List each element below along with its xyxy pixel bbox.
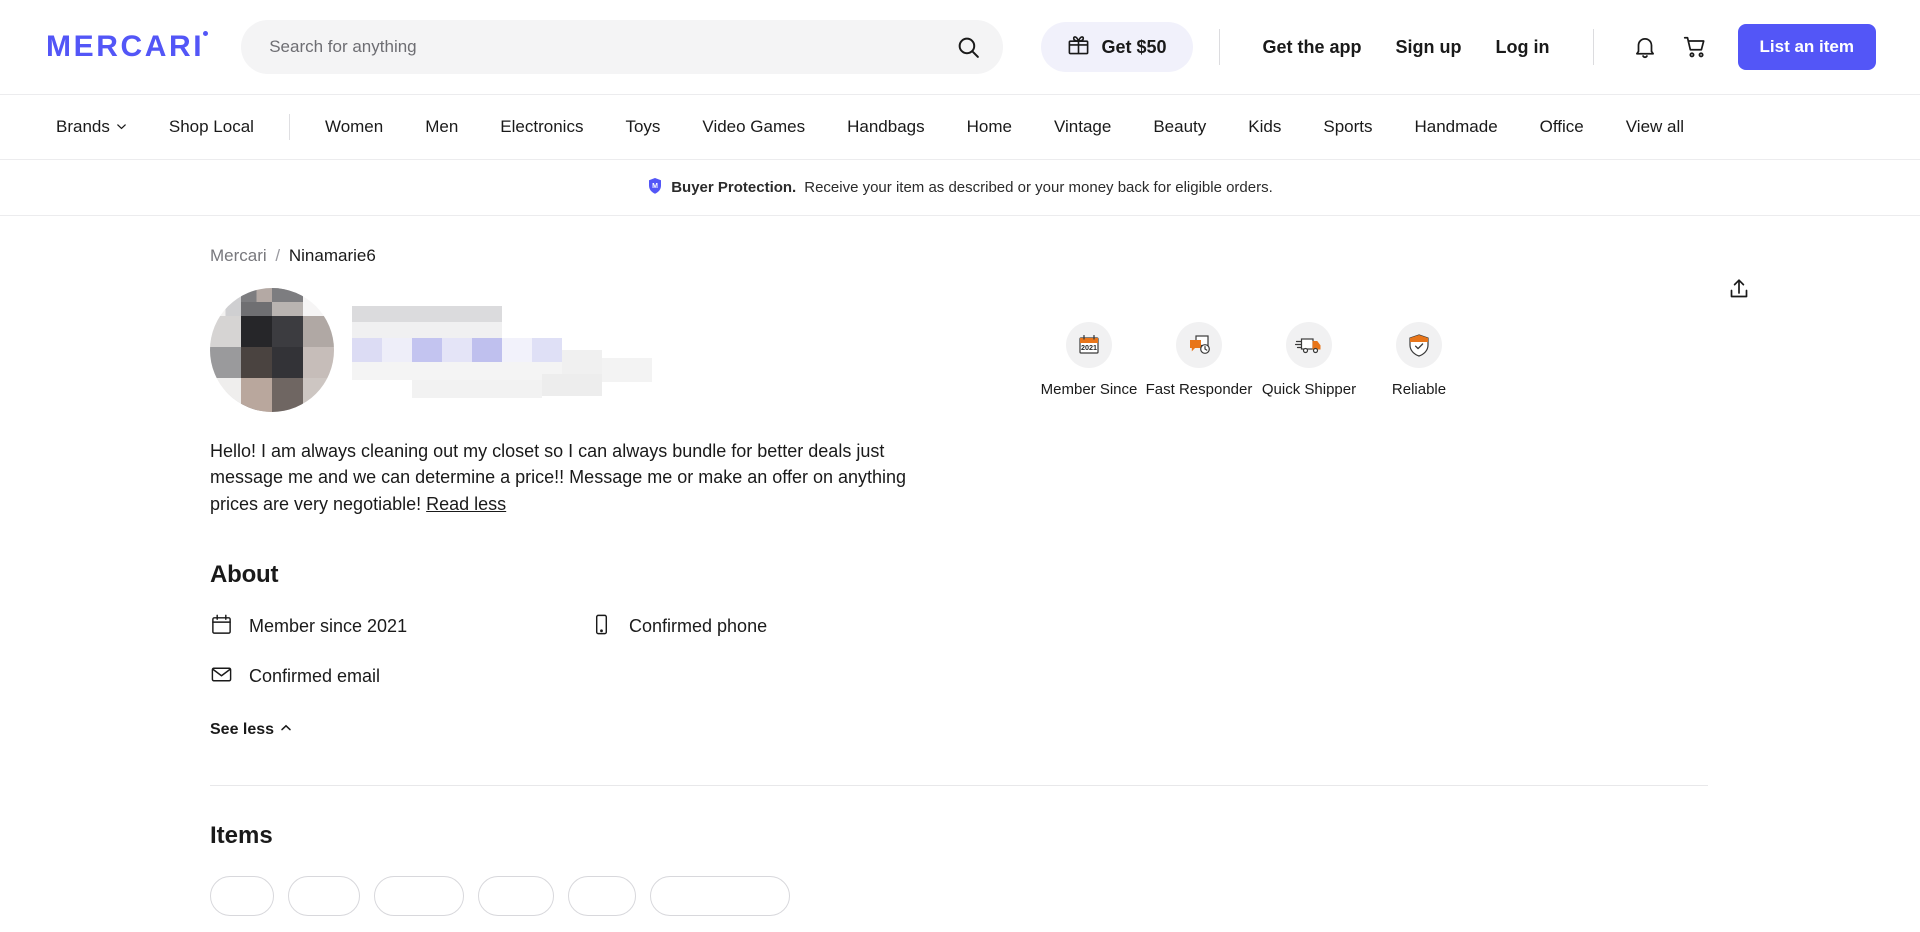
nav-item-sports[interactable]: Sports <box>1302 117 1393 137</box>
filter-chip[interactable] <box>288 875 360 916</box>
filter-chip[interactable] <box>650 875 790 916</box>
banner-text: Receive your item as described or your m… <box>804 179 1273 196</box>
logo-text: MERCARI <box>46 30 205 63</box>
read-less-link[interactable]: Read less <box>426 494 506 514</box>
get-50-label: Get $50 <box>1101 36 1167 57</box>
profile-left-column: Hello! I am always cleaning out my close… <box>210 288 970 739</box>
nav-divider <box>288 114 290 140</box>
sign-up-link[interactable]: Sign up <box>1396 37 1462 58</box>
search-input[interactable] <box>241 20 1004 74</box>
banner-bold-text: Buyer Protection. <box>671 179 797 196</box>
badge-member-since[interactable]: 2021 Member Since <box>1034 322 1144 739</box>
shield-icon: M <box>647 177 663 199</box>
items-filter-chips <box>210 875 1874 916</box>
header-divider-2 <box>1592 29 1594 65</box>
get-50-button[interactable]: Get $50 <box>1041 22 1193 72</box>
nav-item-toys[interactable]: Toys <box>604 117 681 137</box>
badge-label: Quick Shipper <box>1261 381 1357 398</box>
header-divider-1 <box>1218 29 1220 65</box>
logo-dot <box>203 31 209 36</box>
badge-label: Fast Responder <box>1145 381 1253 398</box>
about-grid: Member since 2021 Confirmed phone Confir… <box>210 613 970 691</box>
about-label: Confirmed email <box>249 666 381 687</box>
nav-item-vintage[interactable]: Vintage <box>1033 117 1132 137</box>
nav-item-video-games[interactable]: Video Games <box>681 117 826 137</box>
svg-text:2021: 2021 <box>1081 343 1097 352</box>
nav-item-shop-local[interactable]: Shop Local <box>148 117 275 137</box>
get-the-app-link[interactable]: Get the app <box>1263 37 1362 58</box>
nav-item-home[interactable]: Home <box>946 117 1033 137</box>
log-in-link[interactable]: Log in <box>1496 37 1550 58</box>
filter-chip[interactable] <box>374 875 464 916</box>
seller-badges: 2021 Member Since Fast Responder Quick S… <box>1034 288 1474 739</box>
breadcrumb-current: Ninamarie6 <box>288 246 376 265</box>
badge-fast-responder[interactable]: Fast Responder <box>1144 322 1254 739</box>
header-actions: Get $50 Get the app Sign up Log in List … <box>1041 22 1876 72</box>
main-content: Mercari / Ninamarie6 Hello! I am always … <box>0 216 1920 916</box>
nav-item-women[interactable]: Women <box>304 117 404 137</box>
share-icon[interactable] <box>1718 268 1760 310</box>
nav-item-office[interactable]: Office <box>1519 117 1605 137</box>
about-confirmed-phone: Confirmed phone <box>590 613 970 641</box>
shield-check-badge-icon <box>1396 322 1442 368</box>
badge-label: Reliable <box>1391 381 1447 398</box>
breadcrumb-root[interactable]: Mercari <box>210 246 267 265</box>
chevron-down-icon <box>116 117 127 137</box>
svg-text:M: M <box>652 183 658 190</box>
search-bar <box>241 20 1004 74</box>
nav-item-handbags[interactable]: Handbags <box>826 117 946 137</box>
profile-bio: Hello! I am always cleaning out my close… <box>210 438 950 517</box>
nav-item-brands[interactable]: Brands <box>46 117 148 137</box>
breadcrumb-separator: / <box>275 246 281 265</box>
about-confirmed-email: Confirmed email <box>210 663 590 691</box>
chevron-up-icon <box>280 721 292 739</box>
items-heading: Items <box>210 821 273 849</box>
badge-quick-shipper[interactable]: Quick Shipper <box>1254 322 1364 739</box>
about-label: Member since 2021 <box>249 616 408 637</box>
search-icon[interactable] <box>949 28 987 66</box>
section-divider <box>210 784 1708 786</box>
chat-clock-badge-icon <box>1176 322 1222 368</box>
filter-chip[interactable] <box>210 875 274 916</box>
about-heading: About <box>210 560 279 588</box>
site-header: MERCARI Get $50 Get the app Sign up <box>0 0 1920 94</box>
see-less-button[interactable]: See less <box>210 721 292 739</box>
bell-icon[interactable] <box>1620 34 1670 60</box>
badge-label: Member Since <box>1040 381 1138 398</box>
mercari-logo[interactable]: MERCARI <box>46 30 209 64</box>
nav-item-view-all[interactable]: View all <box>1605 117 1705 137</box>
nav-label: Brands <box>56 117 110 136</box>
username-redacted <box>352 306 652 404</box>
nav-item-men[interactable]: Men <box>404 117 479 137</box>
about-label: Confirmed phone <box>629 616 768 637</box>
profile-row: Hello! I am always cleaning out my close… <box>46 288 1874 739</box>
badge-reliable[interactable]: Reliable <box>1364 322 1474 739</box>
see-less-label: See less <box>210 720 275 738</box>
buyer-protection-banner: M Buyer Protection. Receive your item as… <box>0 160 1920 216</box>
nav-item-beauty[interactable]: Beauty <box>1132 117 1227 137</box>
bio-text: Hello! I am always cleaning out my close… <box>210 441 907 514</box>
profile-identity <box>210 288 970 416</box>
breadcrumb: Mercari / Ninamarie6 <box>46 216 1874 266</box>
calendar-icon <box>210 613 233 641</box>
filter-chip[interactable] <box>568 875 636 916</box>
envelope-icon <box>210 663 233 691</box>
nav-item-handmade[interactable]: Handmade <box>1394 117 1519 137</box>
filter-chip[interactable] <box>478 875 554 916</box>
phone-icon <box>590 613 613 641</box>
about-member-since: Member since 2021 <box>210 613 590 641</box>
calendar-2021-badge-icon: 2021 <box>1066 322 1112 368</box>
nav-item-electronics[interactable]: Electronics <box>479 117 604 137</box>
nav-item-kids[interactable]: Kids <box>1227 117 1302 137</box>
category-nav: Brands Shop Local Women Men Electronics … <box>0 94 1920 160</box>
avatar[interactable] <box>210 288 334 412</box>
list-an-item-button[interactable]: List an item <box>1737 24 1876 70</box>
gift-icon <box>1067 33 1090 61</box>
truck-badge-icon <box>1286 322 1332 368</box>
cart-icon[interactable] <box>1670 34 1720 60</box>
